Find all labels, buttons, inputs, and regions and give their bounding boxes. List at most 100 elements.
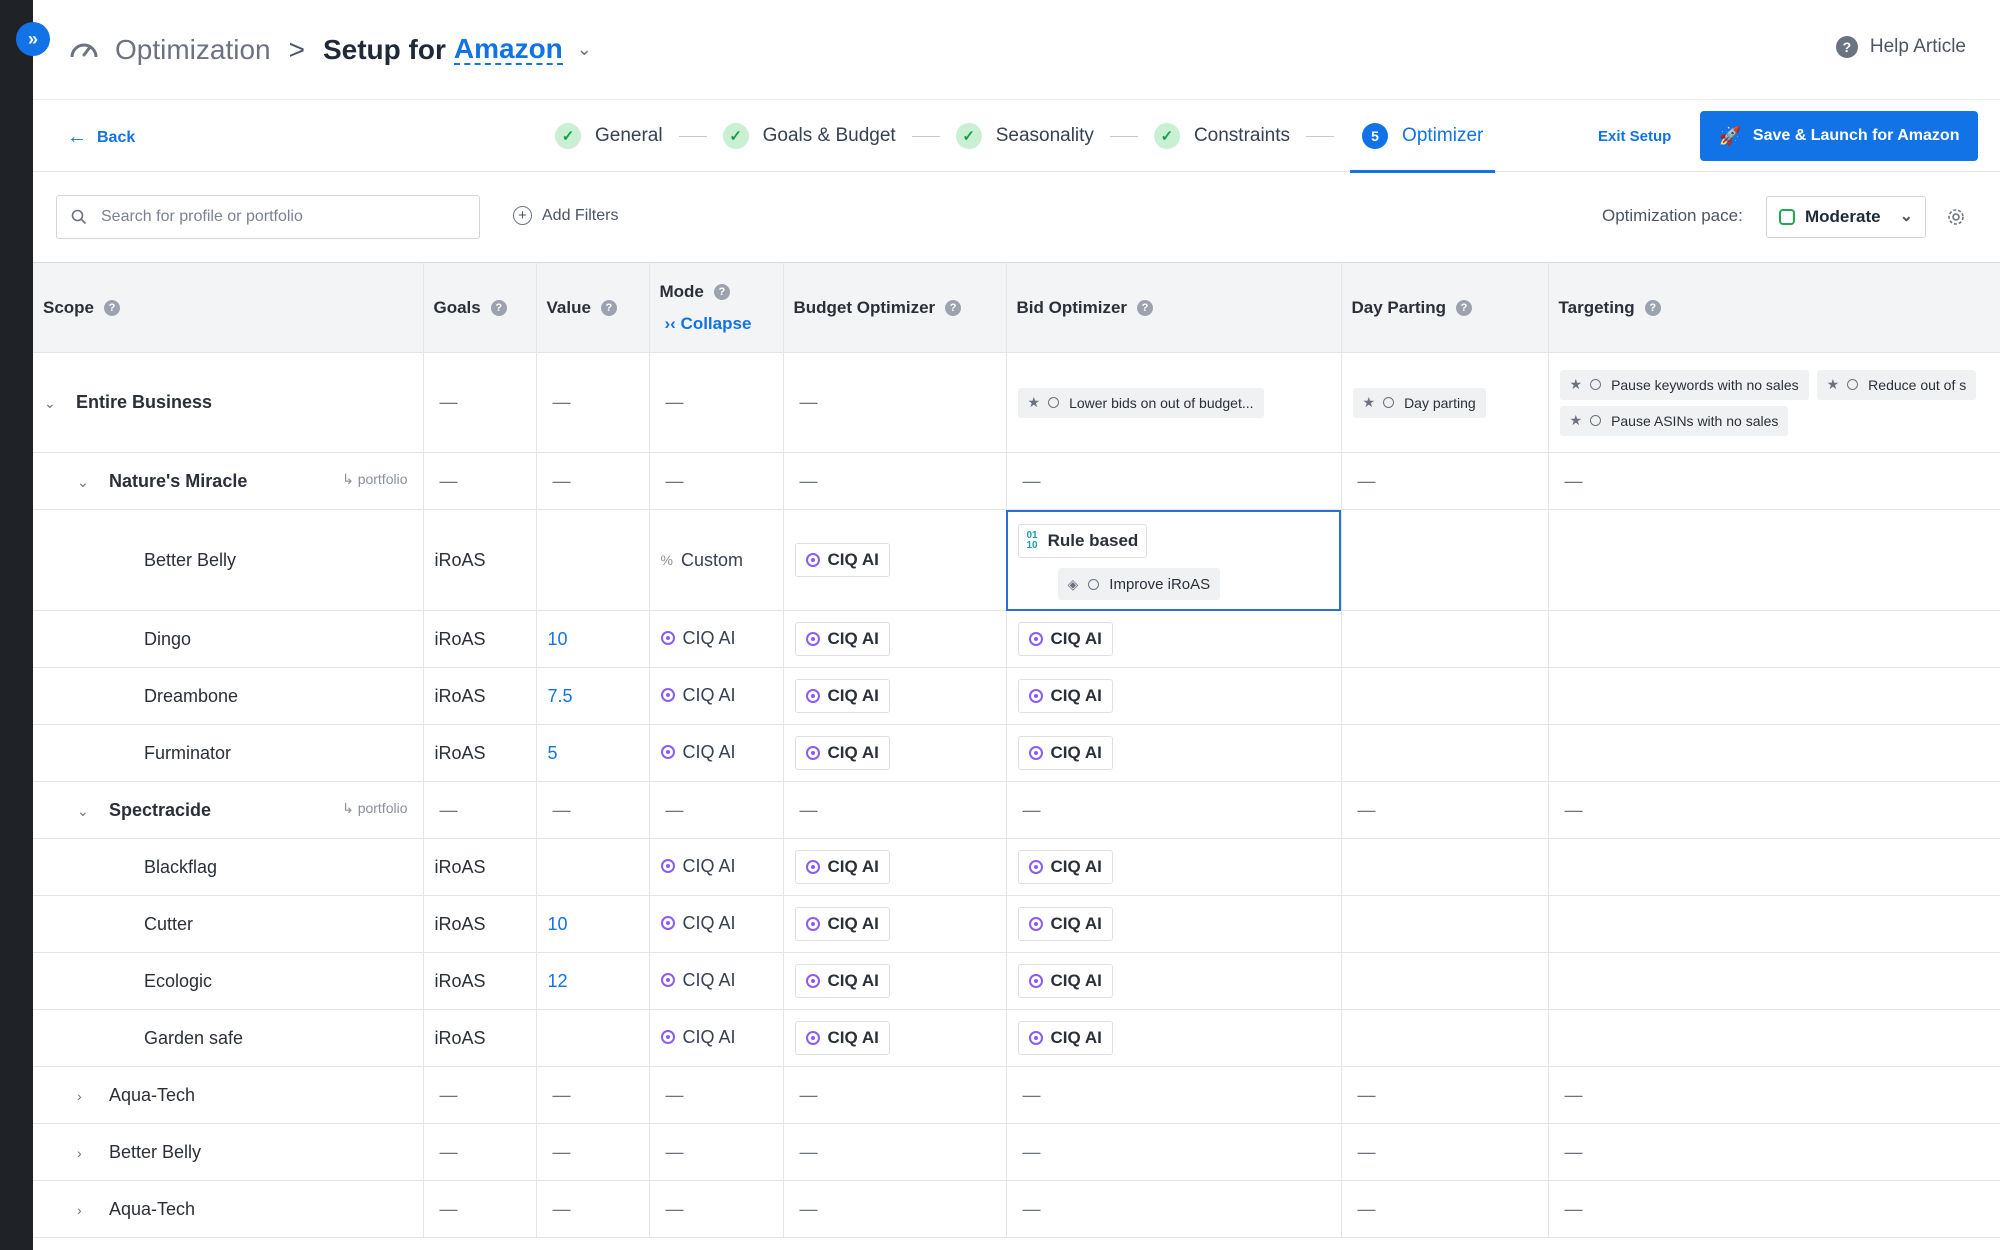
value-cell[interactable]: 7.5 <box>536 667 650 725</box>
budget-cell[interactable]: CIQ AI <box>783 1009 1007 1067</box>
header-day-parting[interactable]: Day Parting? <box>1341 262 1549 353</box>
goals-cell[interactable]: iRoAS <box>423 838 537 896</box>
chevron-down-icon[interactable]: ⌄ <box>77 803 95 820</box>
ciq-ai-chip[interactable]: CIQ AI <box>794 543 890 577</box>
mode-cell[interactable]: CIQ AI <box>649 952 784 1010</box>
budget-cell[interactable]: — <box>783 452 1007 510</box>
pace-select[interactable]: Moderate ⌄ <box>1766 196 1926 238</box>
budget-cell[interactable]: — <box>783 1066 1007 1124</box>
header-bid-optimizer[interactable]: Bid Optimizer? <box>1006 262 1342 353</box>
mode-cell[interactable]: — <box>649 452 784 510</box>
channel-selector[interactable]: Amazon <box>453 33 563 66</box>
dayparting-cell[interactable]: — <box>1341 781 1549 839</box>
scope-cell[interactable]: Dingo <box>33 610 424 668</box>
chevron-right-icon[interactable]: › <box>77 1088 95 1104</box>
step-seasonality[interactable]: ✓ Seasonality <box>955 100 1094 172</box>
dayparting-cell[interactable] <box>1341 1009 1549 1067</box>
value-cell[interactable]: — <box>536 1180 650 1238</box>
mode-cell[interactable]: CIQ AI <box>649 895 784 953</box>
ciq-ai-chip[interactable]: CIQ AI <box>1017 850 1113 884</box>
scope-cell[interactable]: Cutter <box>33 895 424 953</box>
targeting-cell[interactable] <box>1548 838 2000 896</box>
value-cell[interactable] <box>536 838 650 896</box>
dayparting-cell[interactable] <box>1341 838 1549 896</box>
bid-cell[interactable]: CIQ AI <box>1006 1009 1342 1067</box>
goals-cell[interactable]: iRoAS <box>423 667 537 725</box>
bid-cell[interactable]: CIQ AI <box>1006 895 1342 953</box>
help-icon[interactable]: ? <box>600 300 617 317</box>
bid-cell[interactable]: — <box>1006 781 1342 839</box>
ciq-ai-chip[interactable]: CIQ AI <box>794 679 890 713</box>
help-icon[interactable]: ? <box>490 300 507 317</box>
budget-cell[interactable]: — <box>783 781 1007 839</box>
dayparting-cell[interactable]: — <box>1341 1066 1549 1124</box>
bid-rule-tag[interactable]: ★ Lower bids on out of budget... <box>1017 387 1264 418</box>
mode-cell[interactable]: — <box>649 1123 784 1181</box>
mode-cell[interactable]: CIQ AI <box>649 724 784 782</box>
scope-cell[interactable]: › Aqua-Tech <box>33 1180 424 1238</box>
ciq-ai-chip[interactable]: CIQ AI <box>1017 1021 1113 1055</box>
chevron-right-icon[interactable]: › <box>77 1145 95 1161</box>
mode-cell[interactable]: CIQ AI <box>649 838 784 896</box>
value-cell[interactable]: 12 <box>536 952 650 1010</box>
back-button[interactable]: ← Back <box>67 126 135 149</box>
goals-cell[interactable]: iRoAS <box>423 1009 537 1067</box>
budget-cell[interactable]: CIQ AI <box>783 610 1007 668</box>
ciq-ai-chip[interactable]: CIQ AI <box>1017 907 1113 941</box>
value-cell[interactable]: 10 <box>536 895 650 953</box>
step-general[interactable]: ✓ General <box>555 100 663 172</box>
step-goals-budget[interactable]: ✓ Goals & Budget <box>722 100 896 172</box>
goals-cell[interactable]: — <box>423 1066 537 1124</box>
chevron-down-icon[interactable]: ⌄ <box>577 39 592 60</box>
dayparting-cell[interactable]: — <box>1341 452 1549 510</box>
value-cell[interactable]: — <box>536 1123 650 1181</box>
scope-cell[interactable]: ⌄ Spectracide ↳ portfolio <box>33 781 424 839</box>
value-cell[interactable]: — <box>536 781 650 839</box>
dayparting-cell[interactable]: ★ Day parting <box>1341 352 1549 453</box>
gear-icon[interactable] <box>1945 206 1967 228</box>
help-article-link[interactable]: ? Help Article <box>1835 36 1966 58</box>
budget-cell[interactable]: — <box>783 1123 1007 1181</box>
targeting-cell[interactable]: — <box>1548 1123 2000 1181</box>
budget-cell[interactable]: — <box>783 352 1007 453</box>
help-icon[interactable]: ? <box>1644 300 1661 317</box>
rule-based-chip[interactable]: 01 10 Rule based <box>1017 524 1148 558</box>
ciq-ai-chip[interactable]: CIQ AI <box>794 1021 890 1055</box>
save-launch-button[interactable]: 🚀 Save & Launch for Amazon <box>1700 111 1978 161</box>
targeting-cell[interactable]: — <box>1548 1066 2000 1124</box>
targeting-cell[interactable]: — <box>1548 452 2000 510</box>
targeting-cell[interactable]: — <box>1548 1180 2000 1238</box>
budget-cell[interactable]: CIQ AI <box>783 667 1007 725</box>
scope-cell[interactable]: Blackflag <box>33 838 424 896</box>
ciq-ai-chip[interactable]: CIQ AI <box>794 964 890 998</box>
goals-cell[interactable]: — <box>423 1180 537 1238</box>
help-icon[interactable]: ? <box>945 300 962 317</box>
goals-cell[interactable]: — <box>423 1123 537 1181</box>
targeting-cell[interactable] <box>1548 724 2000 782</box>
dayparting-tag[interactable]: ★ Day parting <box>1352 387 1486 418</box>
mode-cell[interactable]: CIQ AI <box>649 1009 784 1067</box>
dayparting-cell[interactable] <box>1341 667 1549 725</box>
bid-cell[interactable]: CIQ AI <box>1006 667 1342 725</box>
bid-cell[interactable]: ★ Lower bids on out of budget... <box>1006 352 1342 453</box>
value-cell[interactable]: 10 <box>536 610 650 668</box>
dayparting-cell[interactable]: — <box>1341 1180 1549 1238</box>
expand-sidebar-button[interactable]: » <box>16 22 50 56</box>
budget-cell[interactable]: CIQ AI <box>783 838 1007 896</box>
goals-cell[interactable]: iRoAS <box>423 724 537 782</box>
header-budget-optimizer[interactable]: Budget Optimizer? <box>783 262 1007 353</box>
budget-cell[interactable]: CIQ AI <box>783 509 1007 611</box>
step-optimizer[interactable]: 5 Optimizer <box>1350 100 1496 173</box>
value-cell[interactable]: — <box>536 452 650 510</box>
exit-setup-link[interactable]: Exit Setup <box>1598 128 1671 145</box>
mode-cell[interactable]: CIQ AI <box>649 667 784 725</box>
scope-cell[interactable]: Garden safe <box>33 1009 424 1067</box>
targeting-cell[interactable] <box>1548 895 2000 953</box>
ciq-ai-chip[interactable]: CIQ AI <box>794 907 890 941</box>
value-cell[interactable]: 5 <box>536 724 650 782</box>
goals-cell[interactable]: iRoAS <box>423 895 537 953</box>
breadcrumb-root[interactable]: Optimization <box>115 34 271 66</box>
targeting-tag[interactable]: ★ Reduce out of s <box>1816 369 1977 400</box>
ciq-ai-chip[interactable]: CIQ AI <box>794 850 890 884</box>
header-mode[interactable]: Mode? ›‹ Collapse <box>649 262 784 353</box>
